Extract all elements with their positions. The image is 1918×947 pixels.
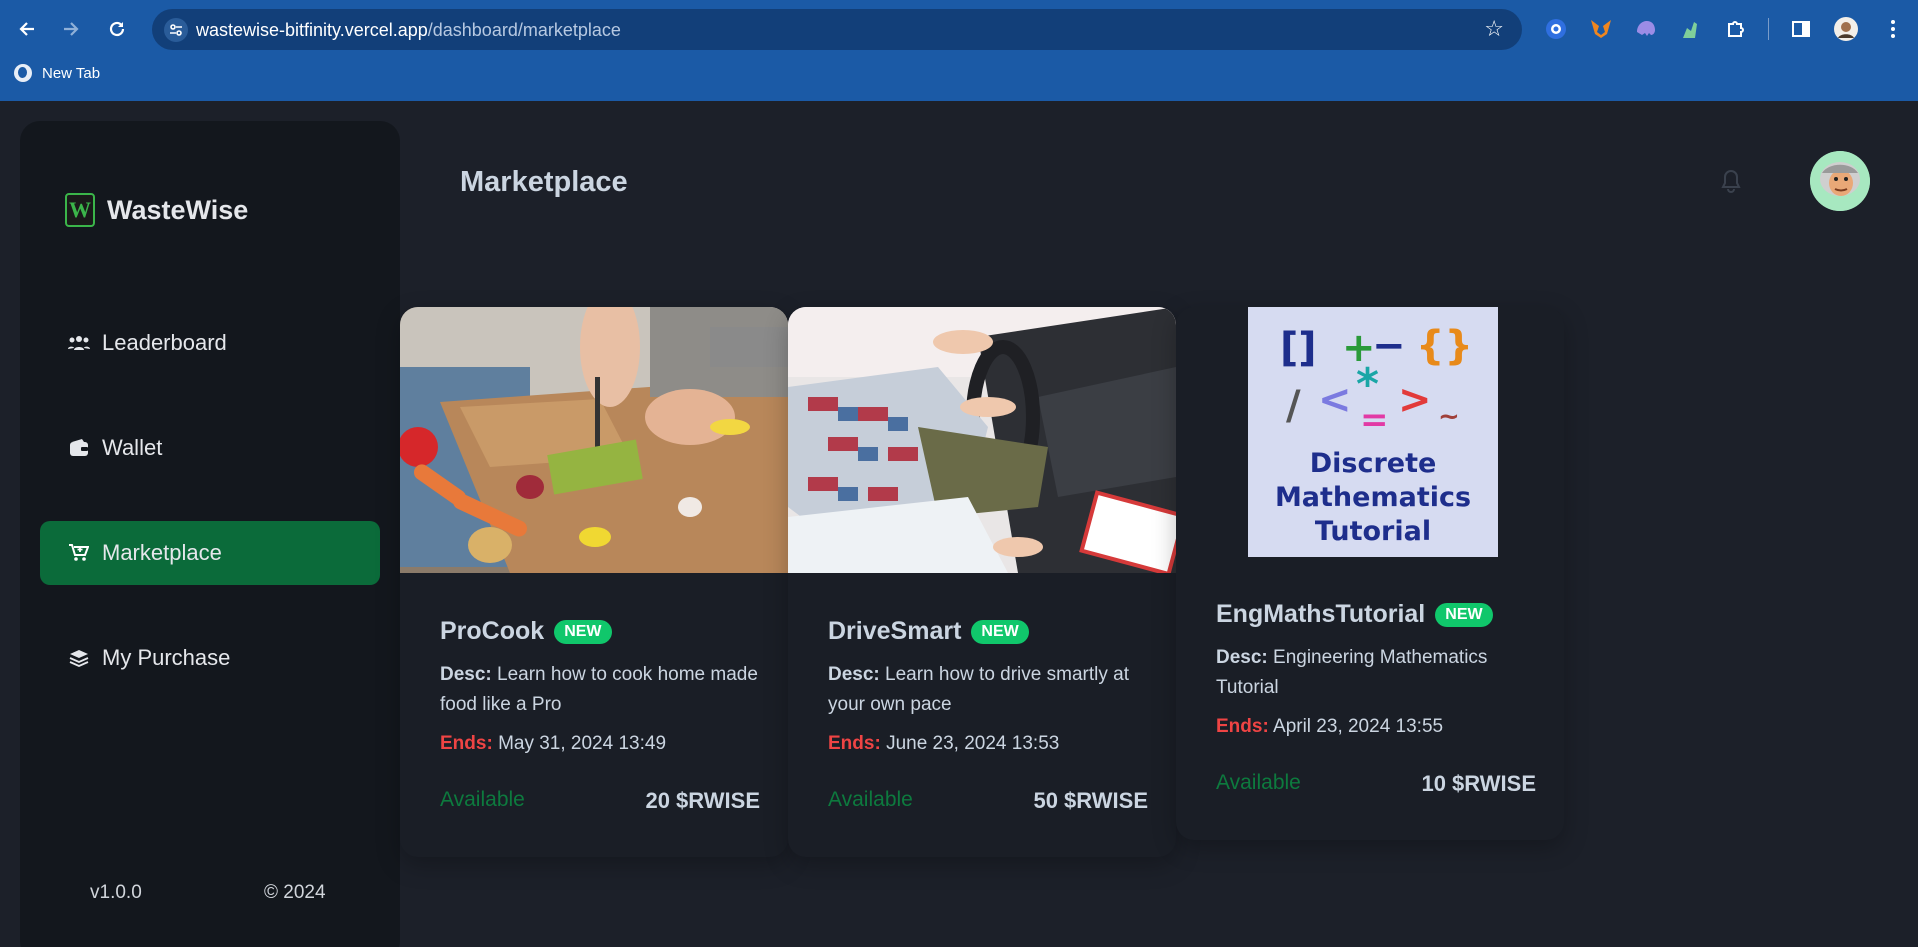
layers-icon <box>68 649 90 667</box>
sidebar-item-label: Leaderboard <box>102 330 227 355</box>
side-panel-icon[interactable] <box>1788 16 1814 42</box>
address-bar[interactable]: wastewise-bitfinity.vercel.app/dashboard… <box>152 9 1522 50</box>
availability-status: Available <box>440 788 525 811</box>
cart-icon <box>68 544 90 562</box>
site-info-icon[interactable] <box>164 18 188 42</box>
bookmark-star-icon[interactable]: ☆ <box>1484 16 1504 42</box>
user-avatar[interactable] <box>1810 151 1870 211</box>
bookmark-new-tab[interactable]: New Tab <box>14 64 100 82</box>
copyright-label: © 2024 <box>264 882 326 903</box>
card-ends: Ends: June 23, 2024 13:53 <box>828 733 1059 755</box>
card-price: 20 $RWISE <box>645 788 760 813</box>
math-image-word-3: Tutorial <box>1315 516 1431 547</box>
menu-dots-icon[interactable] <box>1880 16 1906 42</box>
product-card-drivesmart[interactable]: DriveSmart NEW Desc: Learn how to drive … <box>788 307 1176 857</box>
globe-icon <box>14 64 32 82</box>
ends-date: April 23, 2024 13:55 <box>1273 716 1444 737</box>
math-symbol-greater: > <box>1398 377 1432 423</box>
card-price: 10 $RWISE <box>1421 771 1536 796</box>
ghost-extension-icon[interactable] <box>1633 16 1659 42</box>
math-symbol-tilde: ~ <box>1438 402 1460 432</box>
reload-icon[interactable] <box>102 14 132 44</box>
math-symbol-less: < <box>1318 377 1352 423</box>
dino-extension-icon[interactable] <box>1678 16 1704 42</box>
math-image-word-1: Discrete <box>1310 448 1437 479</box>
wastewise-logo-icon: W <box>65 193 95 227</box>
math-symbol-braces: {} <box>1416 323 1473 369</box>
metamask-fox-icon[interactable] <box>1588 16 1614 42</box>
sidebar-item-leaderboard[interactable]: Leaderboard <box>40 311 380 375</box>
toolbar-divider <box>1768 18 1769 40</box>
card-image-cooking <box>400 307 788 573</box>
bookmark-label: New Tab <box>42 64 101 82</box>
card-description: Desc: Engineering Mathematics Tutorial <box>1216 643 1536 703</box>
card-image-driving <box>788 307 1176 573</box>
card-title-row: EngMathsTutorial NEW <box>1216 600 1493 629</box>
card-ends: Ends: May 31, 2024 13:49 <box>440 733 666 755</box>
card-title-row: ProCook NEW <box>440 617 612 646</box>
ends-label: Ends: <box>440 733 493 754</box>
card-title-row: DriveSmart NEW <box>828 617 1029 646</box>
sidebar-item-my-purchase[interactable]: My Purchase <box>40 626 380 690</box>
product-card-procook[interactable]: ProCook NEW Desc: Learn how to cook home… <box>400 307 788 857</box>
page-title: Marketplace <box>460 166 628 198</box>
math-symbol-brackets: [] <box>1280 325 1317 371</box>
profile-avatar-icon[interactable] <box>1833 16 1859 42</box>
version-label: v1.0.0 <box>90 882 142 903</box>
puzzle-extensions-icon[interactable] <box>1723 16 1749 42</box>
desc-label: Desc: <box>828 664 880 685</box>
ends-label: Ends: <box>828 733 881 754</box>
sidebar-item-label: Marketplace <box>102 540 222 565</box>
extension-circle-icon[interactable] <box>1543 16 1569 42</box>
sidebar-item-marketplace[interactable]: Marketplace <box>40 521 380 585</box>
new-badge: NEW <box>1435 602 1493 627</box>
card-ends: Ends: April 23, 2024 13:55 <box>1216 716 1443 738</box>
math-symbol-slash: / <box>1286 383 1301 429</box>
url-host: wastewise-bitfinity.vercel.app <box>196 20 428 40</box>
new-badge: NEW <box>971 619 1029 644</box>
desc-label: Desc: <box>1216 647 1268 668</box>
browser-toolbar: wastewise-bitfinity.vercel.app/dashboard… <box>0 0 1918 101</box>
sidebar-item-wallet[interactable]: Wallet <box>40 416 380 480</box>
notification-bell-icon[interactable] <box>1720 168 1742 194</box>
availability-status: Available <box>1216 771 1301 794</box>
card-image-discrete-math: [] + − {} / < * = > ~ Discrete Mathemati… <box>1248 307 1498 557</box>
sidebar-item-label: Wallet <box>102 435 163 460</box>
ends-date: June 23, 2024 13:53 <box>886 733 1060 754</box>
brand-name: WasteWise <box>107 194 249 225</box>
wallet-icon <box>68 439 90 457</box>
ends-date: May 31, 2024 13:49 <box>498 733 667 754</box>
math-image-word-2: Mathematics <box>1275 482 1471 513</box>
url-path: /dashboard/marketplace <box>427 20 621 40</box>
url-text: wastewise-bitfinity.vercel.app/dashboard… <box>196 20 621 41</box>
back-icon[interactable] <box>12 14 42 44</box>
card-price: 50 $RWISE <box>1033 788 1148 813</box>
sidebar: W WasteWise Leaderboard Wallet Marketpla… <box>20 121 400 947</box>
card-title: EngMathsTutorial <box>1216 600 1426 628</box>
brand-logo[interactable]: W WasteWise <box>65 193 248 227</box>
product-card-engmathstutorial[interactable]: [] + − {} / < * = > ~ Discrete Mathemati… <box>1176 307 1564 840</box>
ends-label: Ends: <box>1216 716 1269 737</box>
card-title: DriveSmart <box>828 617 962 645</box>
desc-label: Desc: <box>440 664 492 685</box>
card-description: Desc: Learn how to cook home made food l… <box>440 660 760 720</box>
card-description: Desc: Learn how to drive smartly at your… <box>828 660 1148 720</box>
sidebar-item-label: My Purchase <box>102 645 231 670</box>
users-icon <box>68 335 90 351</box>
math-symbol-equals: = <box>1360 400 1389 440</box>
forward-icon[interactable] <box>56 14 86 44</box>
availability-status: Available <box>828 788 913 811</box>
card-title: ProCook <box>440 617 545 645</box>
new-badge: NEW <box>554 619 612 644</box>
